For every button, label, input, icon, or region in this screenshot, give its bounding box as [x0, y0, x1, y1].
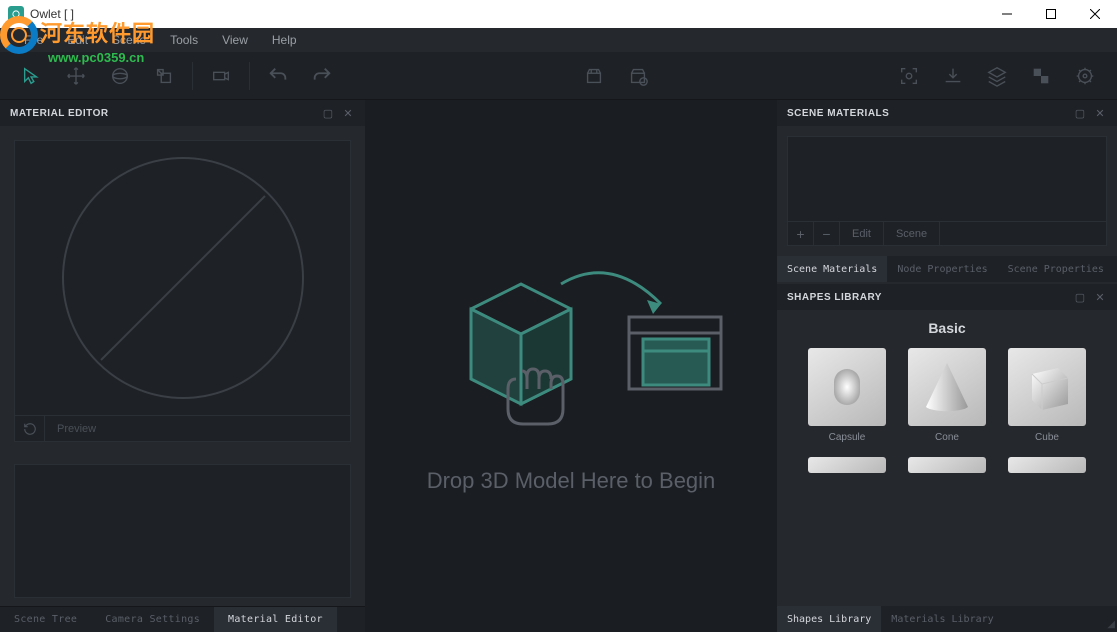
ground-icon[interactable]: [933, 58, 973, 94]
scene-materials-list[interactable]: [788, 137, 1106, 221]
window-close-button[interactable]: [1073, 0, 1117, 28]
tab-scene-materials[interactable]: Scene Materials: [777, 256, 887, 282]
render-icon[interactable]: [574, 58, 614, 94]
panel-close-icon[interactable]: ✕: [1093, 290, 1107, 304]
shape-thumb-icon: [808, 348, 886, 426]
shape-label: Cube: [1008, 432, 1086, 443]
panel-maximize-icon[interactable]: ▢: [321, 106, 335, 120]
scene-materials-header: SCENE MATERIALS ▢ ✕: [777, 100, 1117, 126]
shape-item-partial[interactable]: [1008, 457, 1086, 479]
panel-close-icon[interactable]: ✕: [341, 106, 355, 120]
right-upper-tabs: Scene MaterialsNode PropertiesScene Prop…: [777, 256, 1117, 282]
scale-tool-icon[interactable]: [144, 58, 184, 94]
tab-shapes-library[interactable]: Shapes Library: [777, 606, 881, 632]
left-panel-tabs: Scene TreeCamera SettingsMaterial Editor: [0, 606, 365, 632]
right-lower-tabs: Shapes LibraryMaterials Library: [777, 606, 1117, 632]
panel-close-icon[interactable]: ✕: [1093, 106, 1107, 120]
shape-item-partial[interactable]: [808, 457, 886, 479]
menu-view[interactable]: View: [210, 29, 260, 51]
shape-thumb-icon: [908, 348, 986, 426]
panel-maximize-icon[interactable]: ▢: [1073, 106, 1087, 120]
camera-tool-icon[interactable]: [201, 58, 241, 94]
menu-tools[interactable]: Tools: [158, 29, 210, 51]
drop-illustration-icon: [411, 239, 731, 439]
toolbar: [0, 52, 1117, 100]
layers-icon[interactable]: [977, 58, 1017, 94]
refresh-preview-icon[interactable]: [15, 416, 45, 441]
window-titlebar: Owlet [ ]: [0, 0, 1117, 28]
render-settings-icon[interactable]: [618, 58, 658, 94]
redo-icon[interactable]: [302, 58, 342, 94]
shape-label: Cone: [908, 432, 986, 443]
window-maximize-button[interactable]: [1029, 0, 1073, 28]
tab-node-properties[interactable]: Node Properties: [887, 256, 997, 282]
settings-gear-icon[interactable]: [1065, 58, 1105, 94]
tab-scene-tree[interactable]: Scene Tree: [0, 607, 91, 632]
add-material-button[interactable]: +: [788, 222, 814, 245]
menu-scene[interactable]: Scene: [100, 29, 158, 51]
menubar: File Edit Scene Tools View Help: [0, 28, 1117, 52]
window-title: Owlet [ ]: [30, 7, 74, 21]
shapes-library-title: SHAPES LIBRARY: [787, 292, 882, 303]
focus-icon[interactable]: [889, 58, 929, 94]
shape-item-cone[interactable]: Cone: [908, 348, 986, 443]
shape-thumb-icon: [1008, 348, 1086, 426]
menu-file[interactable]: File: [12, 29, 55, 51]
viewport[interactable]: Drop 3D Model Here to Begin: [365, 100, 777, 632]
tab-material-editor[interactable]: Material Editor: [214, 607, 337, 632]
menu-help[interactable]: Help: [260, 29, 309, 51]
resize-grip-icon[interactable]: ◢: [1107, 619, 1115, 630]
shape-label: Capsule: [808, 432, 886, 443]
tab-scene-properties[interactable]: Scene Properties: [998, 256, 1114, 282]
material-preview-area: [14, 140, 351, 416]
undo-icon[interactable]: [258, 58, 298, 94]
material-properties-area: [14, 464, 351, 598]
checker-icon[interactable]: [1021, 58, 1061, 94]
drop-zone-text: Drop 3D Model Here to Begin: [411, 468, 731, 494]
shapes-library-header: SHAPES LIBRARY ▢ ✕: [777, 284, 1117, 310]
panel-maximize-icon[interactable]: ▢: [1073, 290, 1087, 304]
tab-camera-settings[interactable]: Camera Settings: [91, 607, 214, 632]
shapes-category-label: Basic: [787, 320, 1107, 336]
select-tool-icon[interactable]: [12, 58, 52, 94]
menu-edit[interactable]: Edit: [55, 29, 100, 51]
remove-material-button[interactable]: −: [814, 222, 840, 245]
rotate-tool-icon[interactable]: [100, 58, 140, 94]
scene-material-button[interactable]: Scene: [884, 222, 940, 245]
shape-item-capsule[interactable]: Capsule: [808, 348, 886, 443]
material-editor-header: MATERIAL EDITOR ▢ ✕: [0, 100, 365, 126]
edit-material-button[interactable]: Edit: [840, 222, 884, 245]
preview-label: Preview: [45, 423, 96, 435]
material-editor-title: MATERIAL EDITOR: [10, 108, 109, 119]
shape-item-cube[interactable]: Cube: [1008, 348, 1086, 443]
shape-item-partial[interactable]: [908, 457, 986, 479]
window-minimize-button[interactable]: [985, 0, 1029, 28]
scene-materials-title: SCENE MATERIALS: [787, 108, 889, 119]
tab-materials-library[interactable]: Materials Library: [881, 606, 1003, 632]
app-icon: [8, 6, 24, 22]
move-tool-icon[interactable]: [56, 58, 96, 94]
